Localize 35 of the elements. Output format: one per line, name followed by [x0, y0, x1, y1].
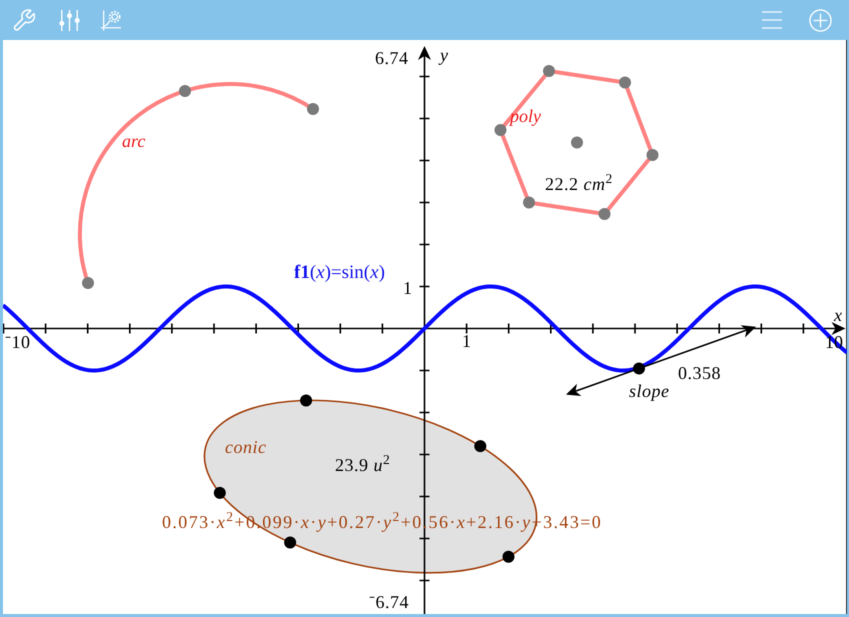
point-icon	[284, 536, 296, 549]
y-max-label: 6.74	[375, 49, 408, 67]
point-icon	[300, 394, 312, 406]
tick-label: 1	[462, 332, 471, 350]
y-min-label: ⁻6.74	[369, 593, 409, 611]
slope-value: 0.358	[678, 364, 721, 382]
point-icon	[571, 136, 583, 148]
sliders-icon[interactable]	[58, 8, 81, 32]
conic-area: 23.9 u$^{2}$	[335, 456, 390, 474]
point-icon	[523, 196, 535, 208]
x-axis-label: x	[834, 306, 842, 324]
tick-label: 1	[403, 279, 412, 297]
point-icon	[598, 208, 610, 220]
point-icon	[633, 362, 645, 374]
point-icon	[307, 103, 319, 115]
point-icon	[214, 486, 226, 499]
function-label: f1(x)=sin(x)	[294, 263, 385, 282]
point-icon	[543, 65, 555, 77]
point-icon	[82, 277, 94, 289]
polygon-area: 22.2 cm$^{2}$	[545, 175, 613, 193]
point-icon	[494, 124, 506, 136]
add-icon[interactable]	[809, 8, 832, 32]
point-icon	[646, 149, 658, 161]
x-min-label: ⁻10	[5, 333, 30, 351]
menu-icon[interactable]	[762, 11, 782, 29]
axes-gear-icon[interactable]	[100, 8, 122, 32]
wrench-icon[interactable]	[13, 8, 35, 32]
point-icon	[619, 76, 631, 88]
y-axis-label: y	[440, 46, 448, 64]
point-icon	[179, 85, 191, 97]
arc-label: arc	[122, 132, 146, 150]
point-icon	[474, 440, 486, 452]
slope-label: slope	[629, 382, 670, 400]
point-icon	[502, 550, 514, 563]
conic-label: conic	[225, 438, 266, 456]
